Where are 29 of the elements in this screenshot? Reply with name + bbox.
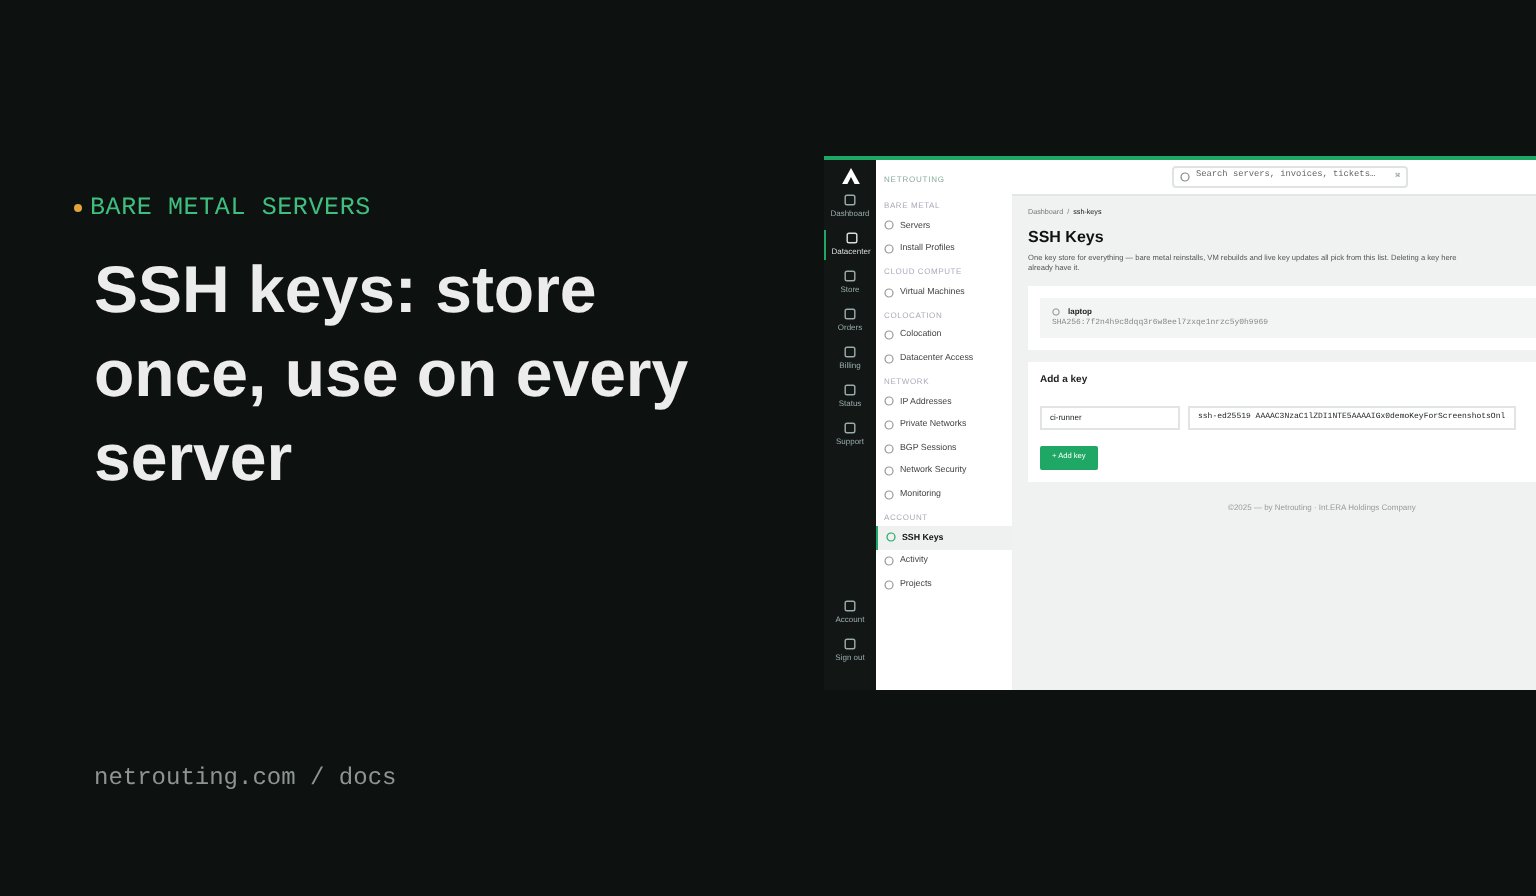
circle-icon: [884, 579, 894, 590]
circle-icon: [884, 466, 894, 477]
square-icon: [844, 384, 856, 396]
circle-icon: [884, 556, 894, 566]
square-icon: [844, 194, 856, 206]
square-icon: [844, 638, 856, 650]
headline: SSH keys: store once, use on every server: [94, 249, 691, 498]
circle-icon: [884, 243, 894, 254]
circle-icon: [884, 443, 894, 454]
eyebrow-label: BARE METAL SERVERS: [90, 192, 371, 226]
circle-icon: [884, 419, 894, 430]
circle-icon: [884, 220, 894, 231]
circle-icon: [884, 489, 894, 500]
square-icon: [845, 232, 857, 244]
bullet-dot: [74, 204, 82, 213]
square-icon: [844, 346, 856, 358]
page-title: SSH Keys: [1028, 226, 1106, 251]
logo-icon: [841, 168, 859, 184]
circle-icon: [884, 330, 894, 341]
square-icon: [844, 308, 856, 320]
circle-icon: [884, 353, 894, 364]
circle-icon: [884, 396, 894, 407]
square-icon: [844, 270, 856, 282]
circle-icon: [886, 532, 896, 543]
docs-link-text: netrouting.com / docs: [94, 762, 399, 796]
search-icon: [1180, 172, 1190, 182]
square-icon: [844, 422, 856, 434]
square-icon: [844, 600, 856, 612]
circle-icon: [884, 287, 894, 298]
